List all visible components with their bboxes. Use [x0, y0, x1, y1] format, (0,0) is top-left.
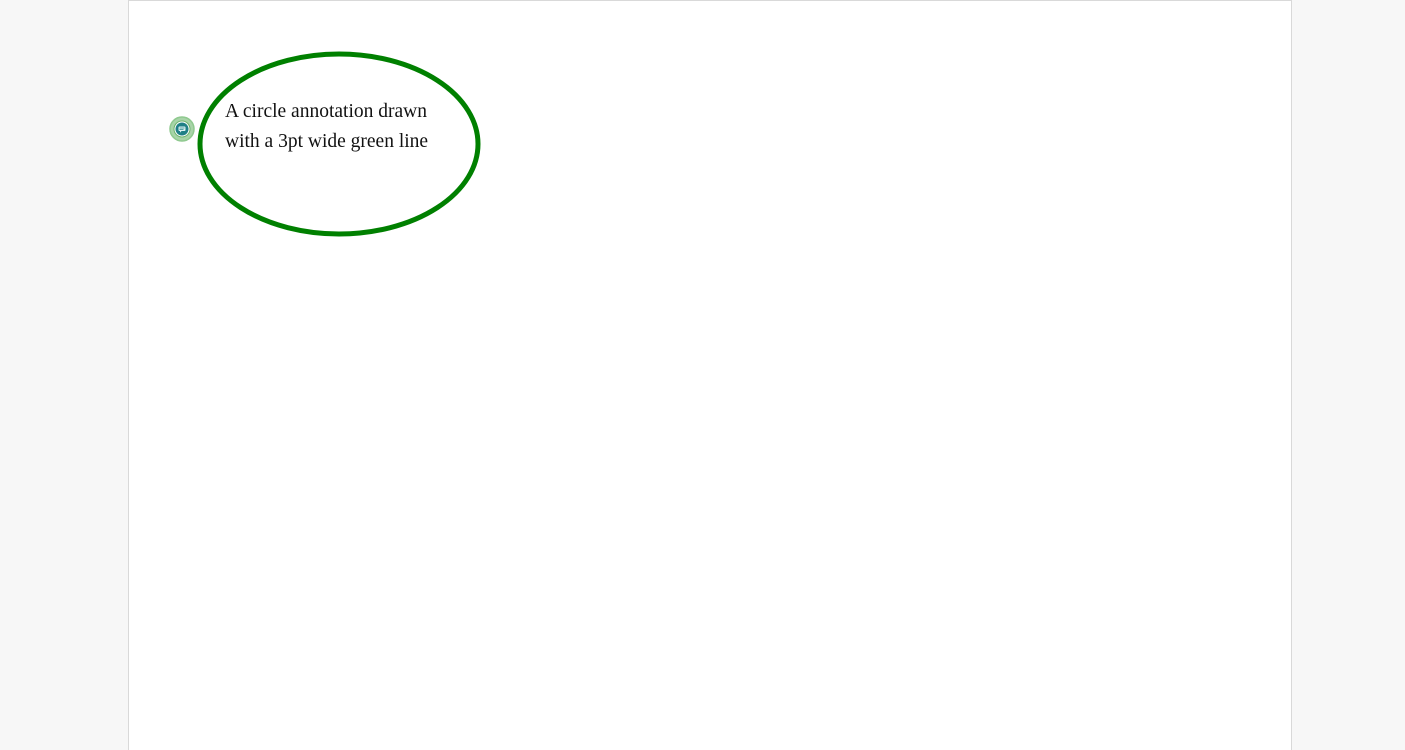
annotation-text-line-1: A circle annotation drawn — [225, 101, 427, 122]
document-page: A circle annotation drawn with a 3pt wid… — [128, 0, 1292, 750]
document-viewer: A circle annotation drawn with a 3pt wid… — [0, 0, 1405, 750]
annotation-text: A circle annotation drawn with a 3pt wid… — [225, 97, 465, 157]
annotation-text-line-2: with a 3pt wide green line — [225, 131, 429, 152]
comment-marker-icon[interactable] — [169, 116, 195, 142]
